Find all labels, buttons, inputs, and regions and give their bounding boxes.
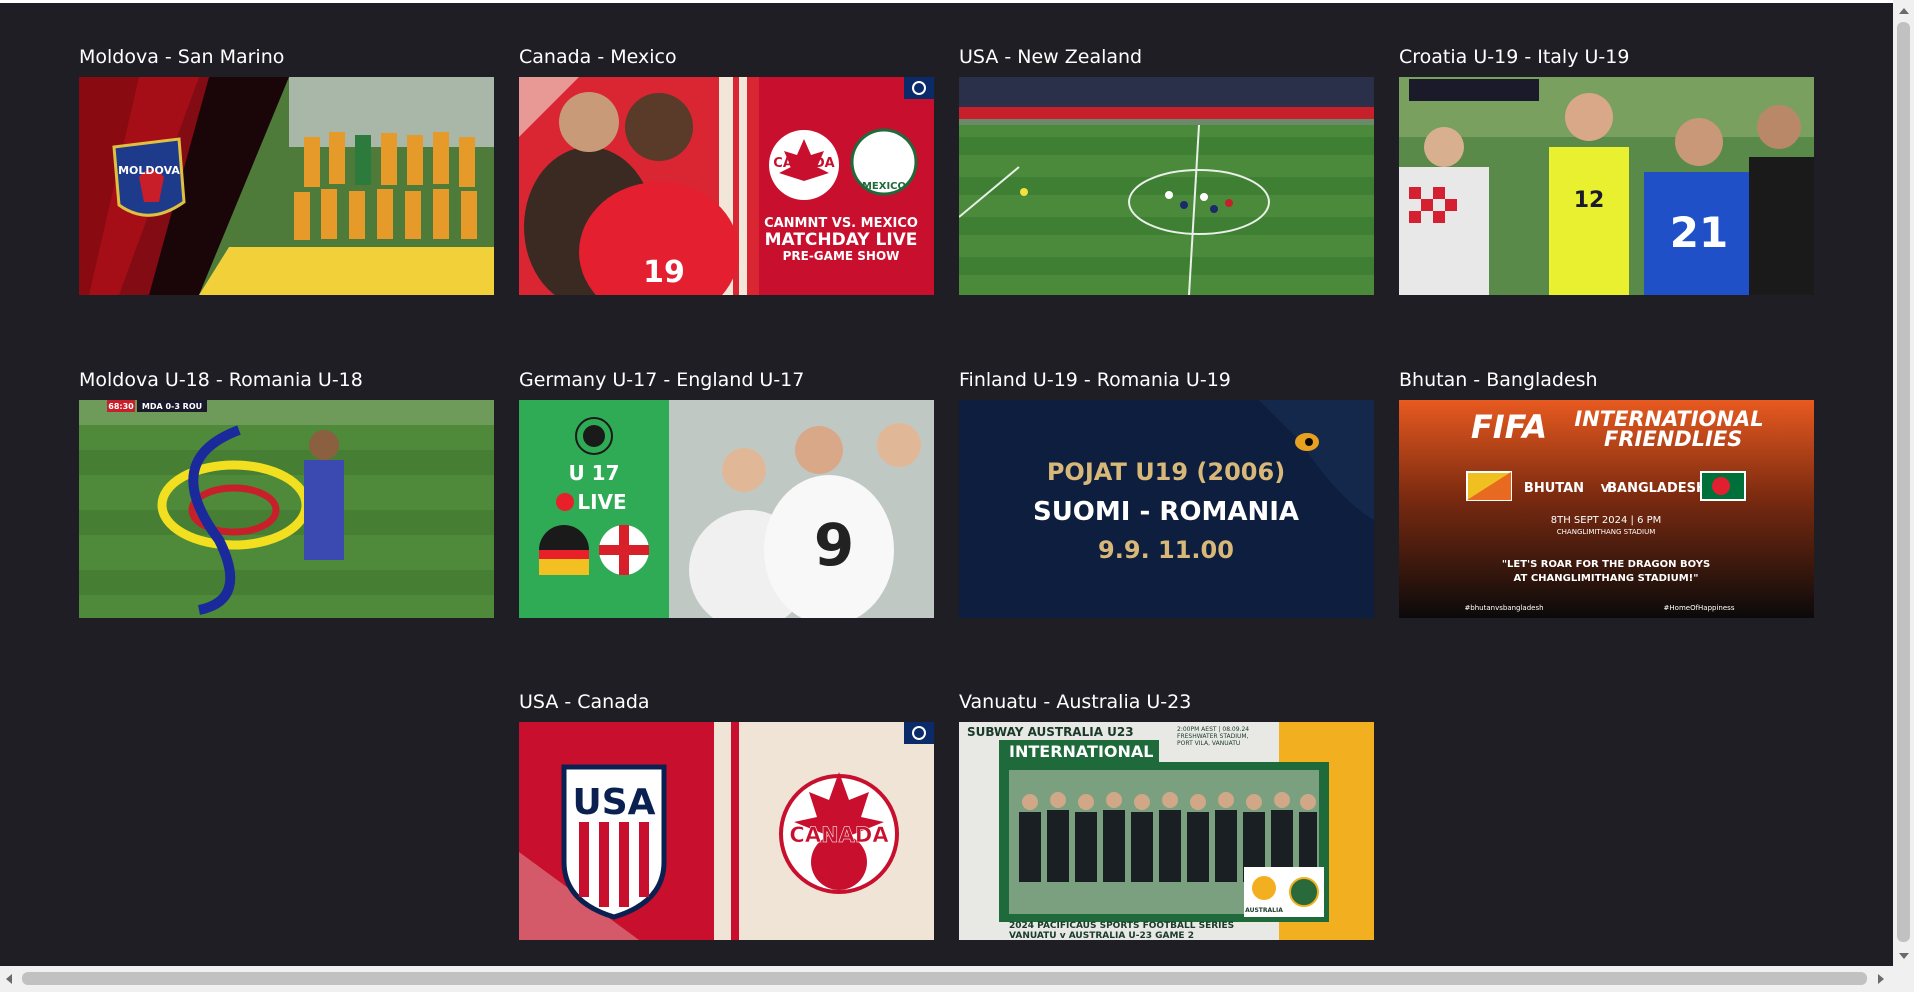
video-thumbnail[interactable]: 19 CANADA MEXICO CANMNT VS. MEXICO MATCH… (519, 77, 934, 295)
horizontal-scroll-thumb[interactable] (22, 972, 1867, 985)
thumb-text: BHUTAN (1524, 481, 1584, 496)
thumb-text: PRE-GAME SHOW (783, 249, 900, 263)
thumb-text: USA (572, 782, 655, 823)
horizontal-scrollbar[interactable] (0, 966, 1893, 992)
thumb-text: CHANGLIMITHANG STADIUM (1557, 528, 1655, 536)
video-title[interactable]: USA - Canada (519, 691, 934, 713)
thumb-text: FRIENDLIES (1604, 427, 1742, 451)
thumb-text: POJAT U19 (2006) (1047, 458, 1285, 486)
thumb-text: SUOMI - ROMANIA (1033, 497, 1299, 527)
video-thumbnail[interactable]: MOLDOVA (79, 77, 494, 295)
vertical-scroll-thumb[interactable] (1897, 22, 1910, 942)
thumb-text: MEXICO (862, 181, 906, 192)
video-title[interactable]: USA - New Zealand (959, 46, 1374, 68)
scroll-up-arrow-icon[interactable] (1899, 8, 1909, 14)
video-card[interactable]: USA - Canada USA CANADA (519, 691, 934, 940)
video-thumbnail[interactable]: POJAT U19 (2006) SUOMI - ROMANIA 9.9. 11… (959, 400, 1374, 618)
thumb-text: INTERNATIONAL (1009, 742, 1153, 761)
video-thumbnail[interactable]: FIFA INTERNATIONAL FRIENDLIES BHUTAN V B… (1399, 400, 1814, 618)
video-title[interactable]: Moldova - San Marino (79, 46, 494, 68)
thumb-text: MDA 0-3 ROU (142, 402, 202, 411)
thumb-text: 2024 PACIFICAUS SPORTS FOOTBALL SERIES (1009, 921, 1234, 931)
video-title[interactable]: Croatia U-19 - Italy U-19 (1399, 46, 1814, 68)
thumb-text: FRESHWATER STADIUM, (1177, 733, 1249, 740)
thumb-text: SUBWAY AUSTRALIA U23 (967, 725, 1134, 739)
video-card[interactable]: Croatia U-19 - Italy U-19 12 21 (1399, 46, 1814, 295)
thumb-text: 9.9. 11.00 (1098, 536, 1234, 564)
video-card[interactable]: Vanuatu - Australia U-23 SUBWAY AUSTRALI… (959, 691, 1374, 940)
thumb-text: 68:30 (108, 402, 134, 411)
thumb-text: 2:00PM AEST | 08.09.24 (1177, 726, 1249, 733)
video-card[interactable]: Moldova U-18 - Romania U-18 68:30 MDA 0-… (79, 369, 494, 618)
thumb-text: 9 (814, 511, 854, 579)
thumb-text: CANMNT VS. MEXICO (764, 216, 918, 231)
video-title[interactable]: Germany U-17 - England U-17 (519, 369, 934, 391)
video-card[interactable]: Finland U-19 - Romania U-19 POJAT U19 (2… (959, 369, 1374, 618)
scroll-down-arrow-icon[interactable] (1899, 953, 1909, 959)
video-title[interactable]: Canada - Mexico (519, 46, 934, 68)
video-card[interactable]: Canada - Mexico 19 CANADA MEXICO CANMNT … (519, 46, 934, 295)
video-card[interactable]: Germany U-17 - England U-17 U 17 LIVE 9 (519, 369, 934, 618)
thumb-text: BANGLADESH (1607, 481, 1707, 496)
video-title[interactable]: Moldova U-18 - Romania U-18 (79, 369, 494, 391)
video-card[interactable]: Bhutan - Bangladesh FIFA INTERNATIONAL F… (1399, 369, 1814, 618)
video-thumbnail[interactable]: 68:30 MDA 0-3 ROU (79, 400, 494, 618)
video-title[interactable]: Bhutan - Bangladesh (1399, 369, 1814, 391)
video-grid: Moldova - San Marino MOLDOVA Canada - Me… (0, 0, 1893, 966)
video-thumbnail[interactable]: SUBWAY AUSTRALIA U23 2:00PM AEST | 08.09… (959, 722, 1374, 940)
video-card[interactable]: Moldova - San Marino MOLDOVA (79, 46, 494, 295)
scroll-left-arrow-icon[interactable] (6, 974, 12, 984)
video-thumbnail[interactable]: U 17 LIVE 9 (519, 400, 934, 618)
thumb-text: PORT VILA, VANUATU (1177, 740, 1240, 747)
thumb-text: 19 (643, 255, 685, 290)
thumb-text: U 17 (568, 461, 619, 485)
video-title[interactable]: Finland U-19 - Romania U-19 (959, 369, 1374, 391)
vertical-scrollbar[interactable] (1893, 0, 1914, 966)
thumb-text: #HomeOfHappiness (1664, 604, 1735, 612)
thumb-text: AUSTRALIA (1245, 907, 1283, 914)
video-thumbnail[interactable]: 12 21 (1399, 77, 1814, 295)
thumb-text: LIVE (577, 490, 626, 514)
video-title[interactable]: Vanuatu - Australia U-23 (959, 691, 1374, 713)
thumb-text: FIFA (1471, 408, 1547, 446)
scroll-right-arrow-icon[interactable] (1878, 974, 1884, 984)
thumb-text: 21 (1670, 208, 1728, 257)
thumb-text: 12 (1574, 188, 1605, 213)
video-card[interactable]: USA - New Zealand (959, 46, 1374, 295)
thumb-text: AT CHANGLIMITHANG STADIUM!" (1514, 573, 1699, 584)
thumb-text: MOLDOVA (118, 164, 180, 177)
thumb-text: "LET'S ROAR FOR THE DRAGON BOYS (1502, 559, 1710, 570)
thumb-text: CANADA (773, 156, 834, 171)
video-thumbnail[interactable]: USA CANADA (519, 722, 934, 940)
thumb-text: 8TH SEPT 2024 | 6 PM (1551, 515, 1662, 526)
thumb-text: CANADA (789, 823, 889, 847)
thumb-text: VANUATU v AUSTRALIA U-23 GAME 2 (1009, 931, 1194, 940)
video-thumbnail[interactable] (959, 77, 1374, 295)
thumb-text: #bhutanvsbangladesh (1464, 604, 1543, 612)
scrollbar-corner (1893, 966, 1914, 992)
thumb-text: MATCHDAY LIVE (765, 230, 918, 250)
